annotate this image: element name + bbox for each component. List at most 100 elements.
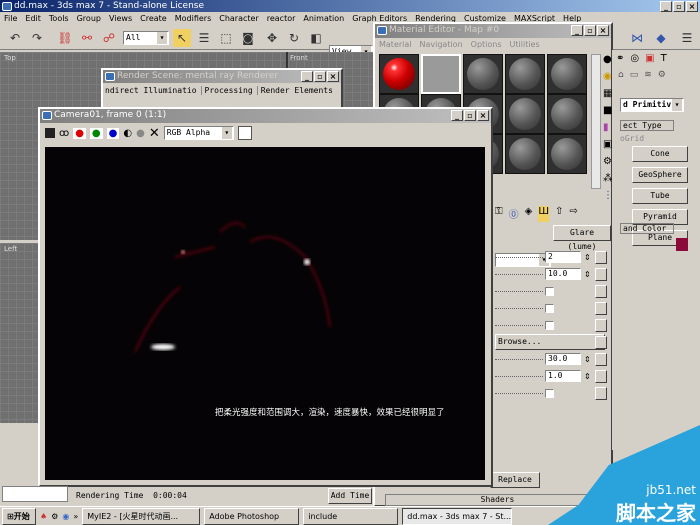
menu-animation[interactable]: Animation [303, 14, 344, 24]
save-bitmap-icon[interactable] [45, 128, 55, 138]
show-end-result-icon[interactable]: Ш [538, 206, 550, 222]
spinner-arrows-icon[interactable]: ⇕ [584, 270, 591, 279]
maxscript-listener-field[interactable] [2, 486, 68, 502]
quicklaunch-icon[interactable]: ⚙ [51, 512, 58, 521]
red-channel-toggle[interactable]: ● [73, 127, 86, 139]
taskbar-item-photoshop[interactable]: Adobe Photoshop [204, 507, 300, 525]
create-geosphere-button[interactable]: GeoSphere [632, 167, 688, 183]
sample-slot[interactable] [547, 94, 587, 134]
selection-filter-dropdown[interactable]: All [123, 31, 169, 45]
map-slot-button[interactable] [595, 267, 607, 281]
param-spinner[interactable]: 30.0 [545, 353, 581, 365]
param-spinner[interactable]: 1.0 [545, 370, 581, 382]
clone-window-icon[interactable]: ꝏ [59, 128, 69, 139]
layer-manager-icon[interactable]: ☰ [678, 29, 696, 47]
display-channel-dropdown[interactable]: RGB Alpha [163, 126, 234, 140]
systems-icon[interactable]: ⚙ [658, 70, 666, 80]
param-checkbox[interactable] [545, 303, 554, 313]
create-tube-button[interactable]: Tube [632, 188, 688, 204]
sample-slot-scrollbar[interactable] [591, 54, 601, 189]
param-checkbox[interactable] [545, 320, 554, 330]
menu-modifiers[interactable]: Modifiers [175, 14, 212, 24]
param-checkbox[interactable] [545, 388, 554, 398]
mat-menu-options[interactable]: Options [471, 40, 502, 49]
select-object-icon[interactable]: ↖ [173, 29, 191, 47]
name-color-rollout[interactable]: and Color [620, 223, 674, 234]
primitive-type-dropdown[interactable]: d Primitiv [620, 98, 684, 112]
green-channel-toggle[interactable]: ● [89, 127, 103, 139]
quicklaunch-ie-icon[interactable]: ◉ [62, 512, 69, 521]
motion-tab-icon[interactable]: ◎ [630, 53, 639, 64]
sample-slot[interactable] [547, 134, 587, 174]
autogrid-checkbox[interactable]: oGrid [620, 134, 644, 143]
mat-menu-navigation[interactable]: Navigation [420, 40, 463, 49]
spinner-arrows-icon[interactable]: ⇕ [584, 253, 591, 262]
minimize-button[interactable]: _ [301, 71, 313, 82]
object-type-rollout[interactable]: ect Type [620, 120, 674, 131]
rotate-icon[interactable]: ↻ [285, 29, 303, 47]
minimize-button[interactable]: _ [660, 1, 672, 12]
tab-render-elements[interactable]: Render Elements [256, 86, 333, 95]
tab-indirect-illumination[interactable]: ndirect Illuminatio [105, 86, 197, 95]
menu-character[interactable]: Character [219, 14, 259, 24]
maximize-button[interactable]: ▫ [584, 25, 596, 36]
spacewarps-icon[interactable]: ≋ [644, 70, 652, 80]
param-spinner[interactable]: 2 [545, 251, 581, 263]
minimize-button[interactable]: _ [571, 25, 583, 36]
go-forward-sibling-icon[interactable]: ⇨ [569, 206, 577, 222]
sample-slot[interactable] [379, 54, 419, 94]
undo-icon[interactable]: ↶ [6, 29, 24, 47]
sample-slot[interactable] [505, 54, 545, 94]
taskbar-item-3dsmax[interactable]: dd.max - 3ds max 7 - St... [402, 507, 513, 525]
map-type-button[interactable]: Glare (lume) [553, 225, 611, 251]
close-button[interactable]: × [477, 110, 489, 121]
sample-slot[interactable] [505, 94, 545, 134]
tab-processing[interactable]: Processing [200, 86, 253, 95]
rectangular-selection-icon[interactable]: ⬚ [217, 29, 235, 47]
map-slot-button[interactable] [595, 318, 607, 332]
close-button[interactable]: × [686, 1, 698, 12]
bind-spacewarp-icon[interactable]: ☍ [100, 29, 118, 47]
menu-views[interactable]: Views [109, 14, 132, 24]
quicklaunch-qq-icon[interactable]: ♠ [40, 512, 47, 521]
utilities-tab-icon[interactable]: T [661, 53, 667, 64]
select-by-name-icon[interactable]: ☰ [195, 29, 213, 47]
sample-slot[interactable] [421, 54, 461, 94]
menu-create[interactable]: Create [140, 14, 167, 24]
material-effects-channel-icon[interactable]: ⓪ [509, 206, 519, 222]
go-to-parent-icon[interactable]: ⇧ [555, 206, 563, 222]
cameras-icon[interactable]: ⌂ [618, 70, 624, 80]
maximize-button[interactable]: ▫ [673, 1, 685, 12]
color-swatch[interactable] [237, 126, 252, 140]
move-icon[interactable]: ✥ [263, 29, 281, 47]
scale-icon[interactable]: ◧ [307, 29, 325, 47]
map-slot-button[interactable] [595, 352, 607, 366]
map-slot-button[interactable] [595, 369, 607, 383]
menu-file[interactable]: File [4, 14, 17, 24]
redo-icon[interactable]: ↷ [28, 29, 46, 47]
close-button[interactable]: × [597, 25, 609, 36]
map-slot-button[interactable] [595, 335, 607, 349]
browse-button[interactable]: Browse... [495, 334, 605, 350]
map-slot-button[interactable] [595, 386, 607, 400]
map-slot-button[interactable] [595, 250, 607, 264]
param-spinner[interactable]: 10.0 [545, 268, 581, 280]
alpha-channel-icon[interactable]: ● [136, 128, 145, 139]
menu-group[interactable]: Group [77, 14, 101, 24]
maximize-button[interactable]: ▫ [464, 110, 476, 121]
sample-slot[interactable] [463, 54, 503, 94]
mat-menu-material[interactable]: Material [379, 40, 412, 49]
object-color-swatch[interactable] [676, 238, 688, 251]
map-slot-button[interactable] [595, 301, 607, 315]
maximize-button[interactable]: ▫ [314, 71, 326, 82]
display-tab-icon[interactable]: ▣ [645, 53, 654, 64]
spinner-arrows-icon[interactable]: ⇕ [584, 355, 591, 364]
close-button[interactable]: × [327, 71, 339, 82]
show-map-icon[interactable]: ◈ [525, 206, 533, 222]
unlink-icon[interactable]: ⚯ [78, 29, 96, 47]
start-button[interactable]: ⊞开始 [2, 507, 36, 525]
replace-button[interactable]: Replace [490, 472, 540, 488]
blue-channel-toggle[interactable]: ● [106, 127, 120, 139]
taskbar-item-myie2[interactable]: MyIE2 - [火星时代动画... [82, 507, 201, 525]
spinner-arrows-icon[interactable]: ⇕ [584, 372, 591, 381]
